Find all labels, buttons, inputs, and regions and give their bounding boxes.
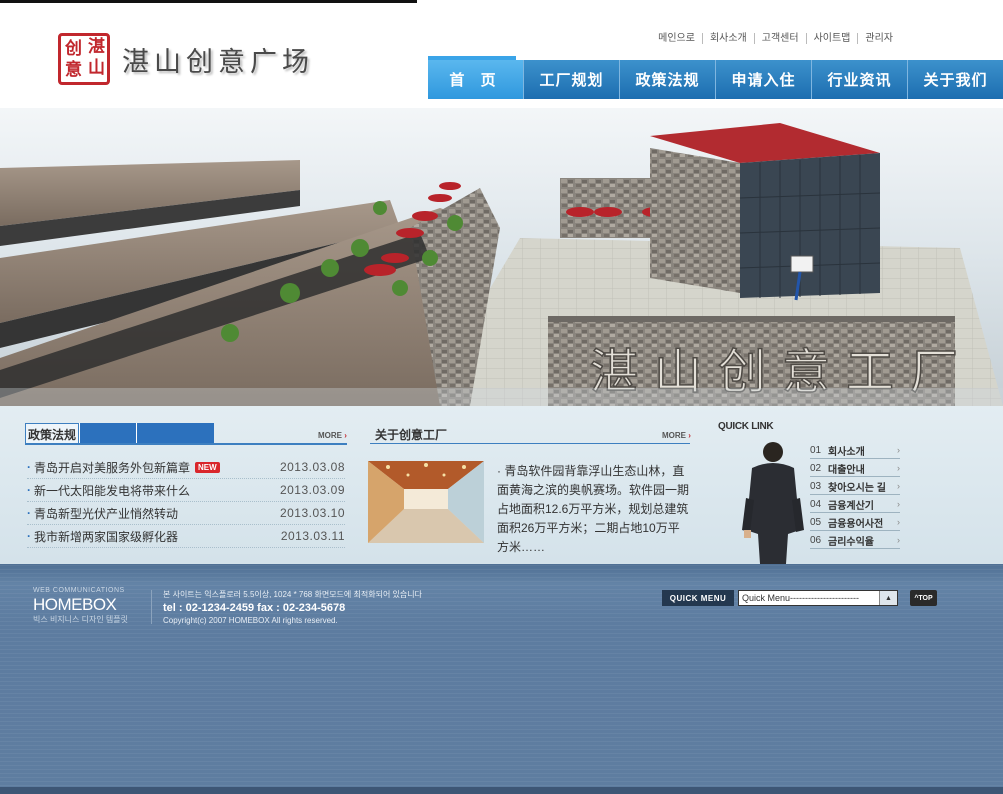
hero-banner: 湛山创意工厂 xyxy=(0,108,1003,406)
nav-factory-plan[interactable]: 工厂规划 xyxy=(523,60,619,99)
footer-copyright: Copyright(c) 2007 HOMEBOX All rights res… xyxy=(163,616,338,625)
top-link-sitemap[interactable]: 사이트맵 xyxy=(805,33,858,44)
quicklink-item[interactable]: 06 금리수익율 › xyxy=(810,532,900,549)
policy-news-list: 青岛开启对美服务外包新篇章 NEW 2013.03.08 新一代太阳能发电将带来什… xyxy=(27,456,345,548)
footer-divider xyxy=(151,590,152,624)
chevron-right-icon: › xyxy=(897,535,900,545)
site-title: 湛山创意广场 xyxy=(122,46,314,78)
quicklink-item[interactable]: 04 금융계산기 › xyxy=(810,496,900,513)
footer-brand[interactable]: HOMEBOX xyxy=(33,595,117,615)
tab-2[interactable] xyxy=(79,423,136,444)
about-text: · 青岛软件园背靠浮山生态山林，直面黄海之滨的奥帆赛场。软件园一期占地面积12.… xyxy=(497,464,690,554)
about-divider xyxy=(370,443,690,444)
policy-tabs: 政策法规 xyxy=(25,423,214,444)
news-title: 新一代太阳能发电将带来什么 xyxy=(34,483,191,498)
news-date: 2013.03.09 xyxy=(279,483,345,497)
about-title: 关于创意工厂 xyxy=(375,428,448,442)
about-thumbnail[interactable] xyxy=(368,461,484,543)
nav-policy[interactable]: 政策法规 xyxy=(619,60,715,99)
more-arrow-icon: › xyxy=(344,431,347,440)
top-black-bar xyxy=(0,0,417,3)
about-more-link[interactable]: MORE › xyxy=(662,431,691,440)
top-link-company[interactable]: 회사소개 xyxy=(701,33,754,44)
hero-building-illustration: 湛山创意工厂 xyxy=(0,108,1003,406)
policy-divider xyxy=(25,443,347,445)
main-nav: 首 页 工厂规划 政策法规 申请入住 行业资讯 关于我们 xyxy=(428,60,1003,99)
more-arrow-icon: › xyxy=(688,431,691,440)
footer-brand-tagline: WEB COMMUNICATIONS xyxy=(33,587,125,594)
quicklink-title: QUICK LINK xyxy=(718,421,774,432)
tab-policy[interactable]: 政策法规 xyxy=(25,423,79,444)
top-link-support[interactable]: 고객센터 xyxy=(753,33,806,44)
footer-brand-sub: 빅스 비지니스 디자인 템플릿 xyxy=(33,615,128,624)
policy-more-link[interactable]: MORE › xyxy=(318,431,347,440)
chevron-right-icon: › xyxy=(897,481,900,491)
quick-menu-value: Quick Menu----------------------- xyxy=(742,593,859,603)
corridor-image xyxy=(368,461,484,543)
footer-contact: tel : 02-1234-2459 fax : 02-234-5678 xyxy=(163,602,346,614)
quicklink-item[interactable]: 05 금융용어사전 › xyxy=(810,514,900,531)
chevron-right-icon: › xyxy=(897,445,900,455)
footer-notice: 본 사이트는 익스플로러 5.5이상, 1024 * 768 화면모드에 최적화… xyxy=(163,590,422,599)
chevron-right-icon: › xyxy=(897,463,900,473)
new-badge: NEW xyxy=(195,461,220,473)
quicklink-list: 01 회사소개 › 02 대출안내 › 03 찾아오시는 길 › 04 금융계산기 › 05 금융… xyxy=(810,442,900,550)
news-date: 2013.03.08 xyxy=(279,460,345,474)
nav-home[interactable]: 首 页 xyxy=(428,60,523,99)
list-item[interactable]: 青岛新型光伏产业悄然转动 2013.03.10 xyxy=(27,502,345,525)
top-button[interactable]: ^ TOP xyxy=(910,590,937,606)
site-logo[interactable]: 湛 山 创 意 湛山创意广场 xyxy=(58,33,314,85)
businessman-image xyxy=(738,438,808,569)
chevron-right-icon: › xyxy=(897,499,900,509)
quick-menu-label: QUICK MENU xyxy=(662,590,734,606)
logo-seal-icon: 湛 山 创 意 xyxy=(58,33,110,85)
quicklink-item[interactable]: 01 회사소개 › xyxy=(810,442,900,459)
top-link-admin[interactable]: 관리자 xyxy=(857,33,900,44)
top-links: 메인으로 회사소개 고객센터 사이트맵 관리자 xyxy=(651,33,900,44)
quicklink-item[interactable]: 03 찾아오시는 길 › xyxy=(810,478,900,495)
news-date: 2013.03.10 xyxy=(279,506,345,520)
quick-menu-select[interactable]: Quick Menu----------------------- ▲ xyxy=(738,590,898,606)
footer-bottom-line xyxy=(0,787,1003,794)
list-item[interactable]: 我市新增两家国家级孵化器 2013.03.11 xyxy=(27,525,345,548)
list-item[interactable]: 青岛开启对美服务外包新篇章 NEW 2013.03.08 xyxy=(27,456,345,479)
nav-apply[interactable]: 申请入住 xyxy=(715,60,811,99)
list-item[interactable]: 新一代太阳能发电将带来什么 2013.03.09 xyxy=(27,479,345,502)
quicklink-item[interactable]: 02 대출안내 › xyxy=(810,460,900,477)
news-title: 青岛新型光伏产业悄然转动 xyxy=(34,506,179,521)
nav-about[interactable]: 关于我们 xyxy=(907,60,1003,99)
businessman-icon xyxy=(742,442,804,564)
tab-3[interactable] xyxy=(136,423,214,444)
top-link-home[interactable]: 메인으로 xyxy=(651,33,702,44)
chevron-right-icon: › xyxy=(897,517,900,527)
dropdown-arrow-icon[interactable]: ▲ xyxy=(879,591,897,605)
news-date: 2013.03.11 xyxy=(280,529,345,543)
news-title: 青岛开启对美服务外包新篇章 xyxy=(34,460,191,475)
news-title: 我市新增两家国家级孵化器 xyxy=(34,529,179,544)
nav-industry-news[interactable]: 行业资讯 xyxy=(811,60,907,99)
